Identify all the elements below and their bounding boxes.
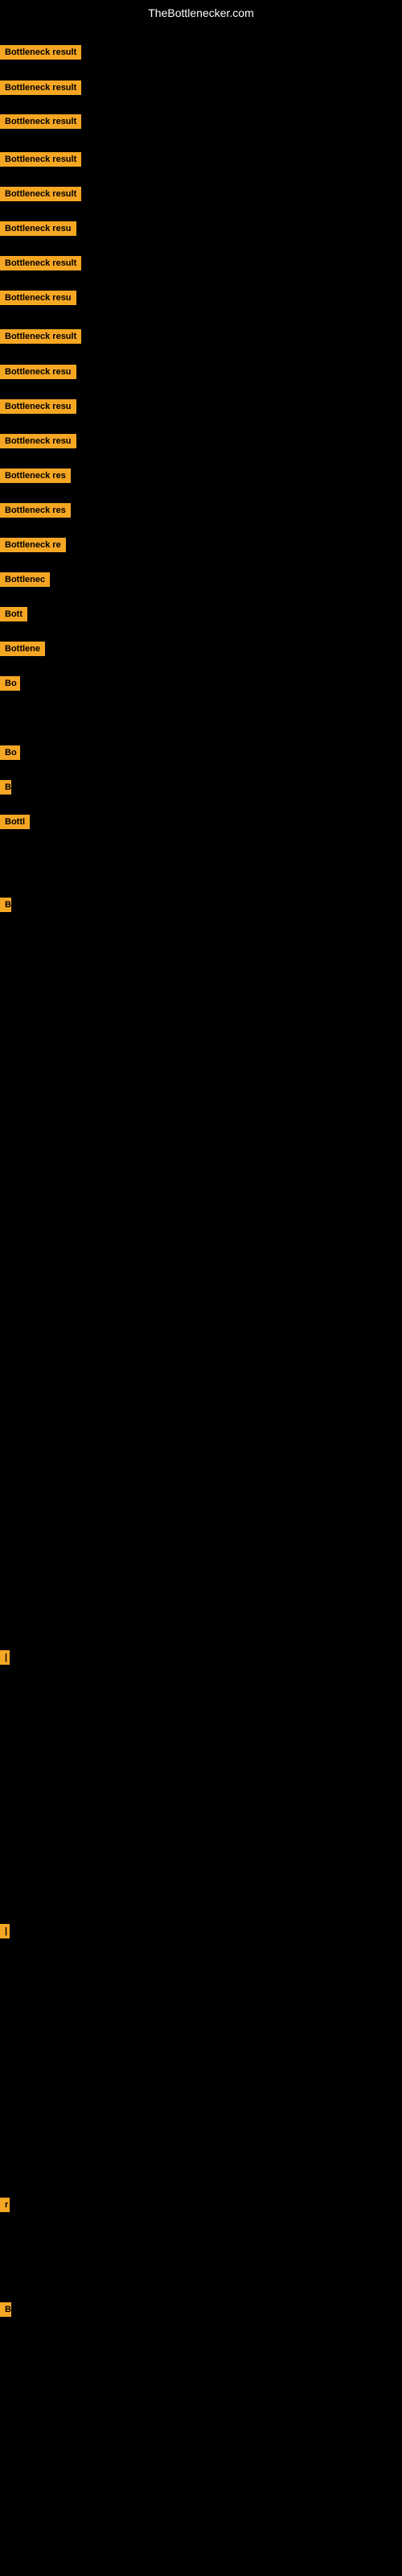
bottleneck-result-label: Bottleneck result bbox=[0, 187, 81, 201]
bottleneck-result-label: Bo bbox=[0, 676, 20, 691]
bottleneck-result-label: Bott bbox=[0, 607, 27, 621]
bottleneck-result-label: Bottleneck resu bbox=[0, 434, 76, 448]
bottleneck-badge-6: Bottleneck resu bbox=[0, 221, 76, 240]
bottleneck-badge-2: Bottleneck result bbox=[0, 80, 81, 99]
bottleneck-result-label: Bottleneck result bbox=[0, 80, 81, 95]
bottleneck-badge-10: Bottleneck resu bbox=[0, 365, 76, 383]
bottleneck-badge-27: B bbox=[0, 2302, 11, 2321]
bottleneck-result-label: Bottleneck resu bbox=[0, 221, 76, 236]
bottleneck-badge-24: | bbox=[0, 1650, 10, 1669]
bottleneck-badge-9: Bottleneck result bbox=[0, 329, 81, 348]
site-title: TheBottlenecker.com bbox=[0, 0, 402, 26]
bottleneck-result-label: B bbox=[0, 2302, 11, 2317]
bottleneck-badge-20: Bo bbox=[0, 745, 20, 764]
bottleneck-badge-3: Bottleneck result bbox=[0, 114, 81, 133]
bottleneck-result-label: Bottlenec bbox=[0, 572, 50, 587]
bottleneck-badge-25: | bbox=[0, 1924, 10, 1942]
bottleneck-badge-15: Bottleneck re bbox=[0, 538, 66, 556]
bottleneck-result-label: Bottleneck res bbox=[0, 469, 71, 483]
bottleneck-badge-13: Bottleneck res bbox=[0, 469, 71, 487]
bottleneck-badge-7: Bottleneck result bbox=[0, 256, 81, 275]
bottleneck-badge-14: Bottleneck res bbox=[0, 503, 71, 522]
bottleneck-result-label: Bottleneck result bbox=[0, 114, 81, 129]
bottleneck-badge-26: r bbox=[0, 2198, 10, 2216]
bottleneck-badge-5: Bottleneck result bbox=[0, 187, 81, 205]
bottleneck-result-label: B bbox=[0, 780, 11, 795]
bottleneck-result-label: Bottleneck res bbox=[0, 503, 71, 518]
bottleneck-badge-8: Bottleneck resu bbox=[0, 291, 76, 309]
bottleneck-badge-12: Bottleneck resu bbox=[0, 434, 76, 452]
bottleneck-result-label: B bbox=[0, 898, 11, 912]
bottleneck-result-label: Bottleneck result bbox=[0, 329, 81, 344]
bottleneck-result-label: Bottl bbox=[0, 815, 30, 829]
bottleneck-badge-22: Bottl bbox=[0, 815, 30, 833]
bottleneck-result-label: Bottleneck result bbox=[0, 45, 81, 60]
bottleneck-result-label: Bottlene bbox=[0, 642, 45, 656]
bottleneck-badge-17: Bott bbox=[0, 607, 27, 625]
bottleneck-badge-23: B bbox=[0, 898, 11, 916]
bottleneck-badge-18: Bottlene bbox=[0, 642, 45, 660]
bottleneck-badge-19: Bo bbox=[0, 676, 20, 695]
bottleneck-result-label: Bottleneck resu bbox=[0, 291, 76, 305]
bottleneck-badge-4: Bottleneck result bbox=[0, 152, 81, 171]
bottleneck-result-label: | bbox=[0, 1924, 10, 1938]
bottleneck-badge-21: B bbox=[0, 780, 11, 799]
bottleneck-result-label: Bottleneck result bbox=[0, 256, 81, 270]
bottleneck-result-label: r bbox=[0, 2198, 10, 2212]
bottleneck-result-label: Bottleneck resu bbox=[0, 399, 76, 414]
bottleneck-result-label: Bottleneck resu bbox=[0, 365, 76, 379]
bottleneck-result-label: Bottleneck result bbox=[0, 152, 81, 167]
bottleneck-badge-11: Bottleneck resu bbox=[0, 399, 76, 418]
bottleneck-badge-1: Bottleneck result bbox=[0, 45, 81, 64]
bottleneck-badge-16: Bottlenec bbox=[0, 572, 50, 591]
bottleneck-result-label: Bo bbox=[0, 745, 20, 760]
bottleneck-result-label: Bottleneck re bbox=[0, 538, 66, 552]
bottleneck-result-label: | bbox=[0, 1650, 10, 1665]
